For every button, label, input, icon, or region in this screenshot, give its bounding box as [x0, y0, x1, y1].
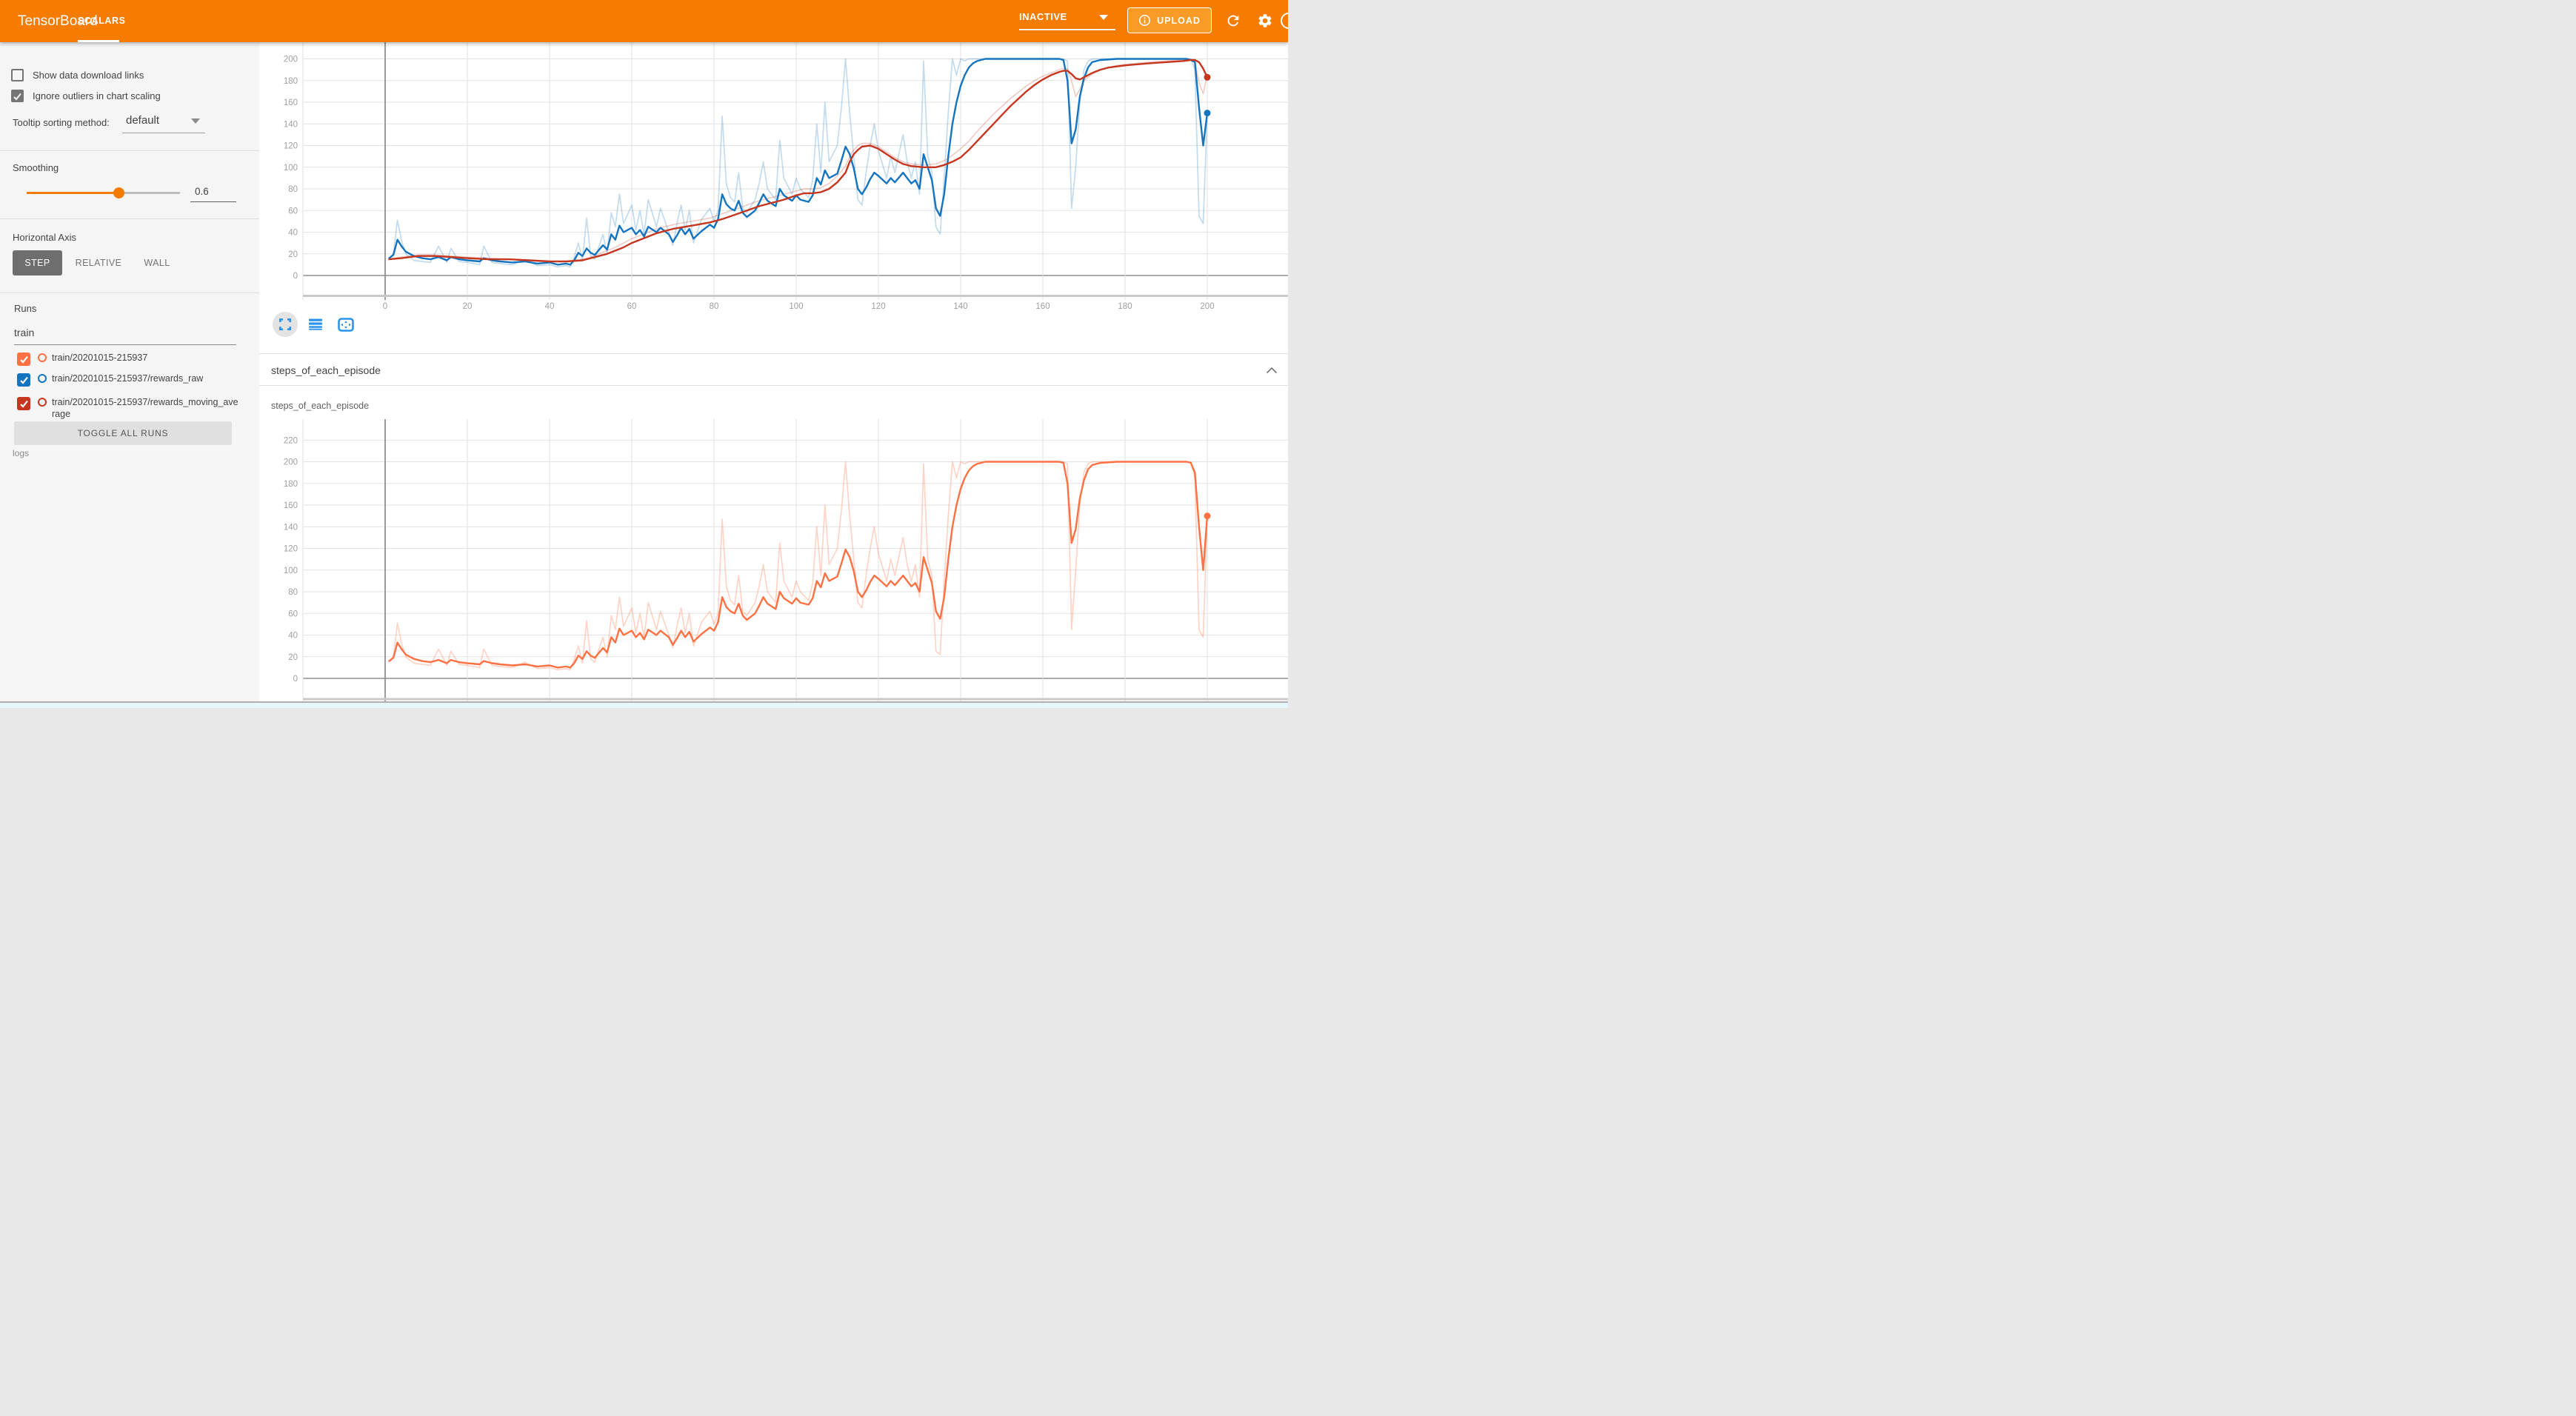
- smoothing-slider[interactable]: [27, 192, 180, 194]
- svg-text:160: 160: [284, 501, 298, 510]
- fullscreen-icon[interactable]: [273, 312, 298, 337]
- section-title: steps_of_each_episode: [271, 354, 381, 387]
- bottom-strip: [0, 701, 1288, 708]
- run-row-rewards-raw[interactable]: train/20201015-215937/rewards_raw: [17, 373, 238, 387]
- run-checkbox-icon[interactable]: [17, 397, 30, 410]
- svg-text:140: 140: [284, 120, 298, 129]
- tensorboard-app: 0204060801001201401601802000204060801001…: [0, 0, 1288, 708]
- collapse-chevron-icon[interactable]: [1266, 364, 1278, 378]
- run-checkbox-icon[interactable]: [17, 373, 30, 387]
- chart-title: steps_of_each_episode: [271, 401, 369, 411]
- upload-button[interactable]: UPLOAD: [1127, 7, 1212, 33]
- svg-text:100: 100: [789, 302, 803, 311]
- run-label: train/20201015-215937/rewards_moving_ave…: [52, 397, 238, 420]
- svg-text:140: 140: [953, 302, 967, 311]
- svg-text:80: 80: [710, 302, 719, 311]
- svg-text:140: 140: [284, 523, 298, 532]
- svg-text:160: 160: [1035, 302, 1050, 311]
- status-label: INACTIVE: [1019, 11, 1067, 22]
- tab-label: SCALARS: [78, 0, 119, 42]
- checkbox-checked-icon: [11, 90, 24, 102]
- tooltip-sort-select[interactable]: default: [126, 114, 207, 127]
- logs-path-label: logs: [13, 448, 29, 458]
- svg-text:80: 80: [288, 185, 298, 194]
- help-icon[interactable]: [1281, 13, 1288, 29]
- runs-filter-input[interactable]: train: [14, 327, 236, 345]
- svg-text:60: 60: [288, 207, 298, 216]
- svg-text:20: 20: [288, 250, 298, 259]
- svg-text:60: 60: [288, 610, 298, 618]
- svg-text:200: 200: [284, 458, 298, 467]
- svg-text:120: 120: [284, 545, 298, 554]
- slider-fill: [27, 192, 119, 194]
- settings-gear-icon[interactable]: [1257, 13, 1273, 29]
- svg-text:60: 60: [627, 302, 637, 311]
- run-label: train/20201015-215937: [52, 353, 238, 364]
- svg-text:180: 180: [284, 77, 298, 86]
- svg-text:40: 40: [288, 632, 298, 641]
- run-radio-icon[interactable]: [38, 353, 47, 362]
- smoothing-value-input[interactable]: 0.6: [190, 186, 236, 202]
- fit-domain-icon[interactable]: [333, 312, 358, 337]
- svg-text:120: 120: [284, 142, 298, 151]
- smoothing-slider-thumb[interactable]: [113, 187, 124, 198]
- section-header[interactable]: steps_of_each_episode: [259, 353, 1288, 386]
- svg-text:40: 40: [545, 302, 555, 311]
- svg-text:0: 0: [293, 272, 298, 281]
- chart-toolbar: [273, 312, 358, 337]
- checkbox-label: Show data download links: [33, 70, 144, 81]
- info-icon: [1138, 14, 1151, 27]
- checkbox-icon: [11, 69, 24, 81]
- svg-text:0: 0: [293, 675, 298, 684]
- show-download-links-checkbox[interactable]: Show data download links: [11, 69, 144, 81]
- rewards-chart-plot[interactable]: 0 20 40 60 80 100 120 140 160 180 200 0 20 40 60 80 100 1…: [284, 42, 1288, 311]
- app-header: TensorBoard SCALARS INACTIVE UPLOAD: [0, 0, 1288, 42]
- svg-text:100: 100: [284, 164, 298, 173]
- svg-text:200: 200: [1200, 302, 1214, 311]
- status-underline: [1019, 29, 1115, 30]
- svg-text:180: 180: [284, 480, 298, 489]
- runs-list-icon[interactable]: [303, 312, 328, 337]
- run-checkbox-icon[interactable]: [17, 353, 30, 366]
- svg-text:200: 200: [284, 56, 298, 64]
- svg-text:20: 20: [463, 302, 473, 311]
- svg-text:80: 80: [288, 588, 298, 597]
- horizontal-axis-label: Horizontal Axis: [13, 232, 76, 243]
- tooltip-sort-label: Tooltip sorting method:: [13, 117, 110, 128]
- run-label: train/20201015-215937/rewards_raw: [52, 373, 238, 385]
- svg-text:100: 100: [284, 567, 298, 575]
- axis-relative-button[interactable]: RELATIVE: [74, 250, 123, 275]
- run-row-rewards-moving-average[interactable]: train/20201015-215937/rewards_moving_ave…: [17, 397, 238, 420]
- chevron-down-icon: [191, 118, 200, 124]
- divider: [0, 150, 259, 151]
- divider: [0, 218, 259, 219]
- svg-text:20: 20: [288, 653, 298, 662]
- chevron-down-icon: [1099, 15, 1108, 20]
- tab-active-underline: [78, 40, 119, 42]
- upload-label: UPLOAD: [1157, 16, 1201, 26]
- run-row-train[interactable]: train/20201015-215937: [17, 353, 238, 366]
- select-value: default: [126, 114, 159, 127]
- steps-chart-plot[interactable]: 0 20 40 60 80 100 120 140 160 180 200 220: [284, 419, 1288, 704]
- checkbox-label: Ignore outliers in chart scaling: [33, 90, 161, 101]
- svg-text:40: 40: [288, 229, 298, 238]
- status-dropdown[interactable]: INACTIVE: [1019, 9, 1115, 31]
- run-radio-icon[interactable]: [38, 374, 47, 383]
- settings-sidebar: Show data download links Ignore outliers…: [0, 42, 259, 708]
- toggle-all-runs-button[interactable]: TOGGLE ALL RUNS: [14, 421, 232, 445]
- svg-text:220: 220: [284, 436, 298, 445]
- axis-wall-button[interactable]: WALL: [139, 250, 175, 275]
- svg-text:160: 160: [284, 98, 298, 107]
- refresh-icon[interactable]: [1225, 13, 1241, 29]
- svg-text:120: 120: [871, 302, 885, 311]
- tab-scalars[interactable]: SCALARS: [78, 0, 119, 42]
- runs-label: Runs: [14, 303, 36, 314]
- run-radio-icon[interactable]: [38, 398, 47, 407]
- ignore-outliers-checkbox[interactable]: Ignore outliers in chart scaling: [11, 90, 161, 102]
- smoothing-label: Smoothing: [13, 162, 59, 173]
- axis-step-button[interactable]: STEP: [13, 250, 62, 275]
- svg-text:0: 0: [383, 302, 387, 311]
- svg-text:180: 180: [1118, 302, 1132, 311]
